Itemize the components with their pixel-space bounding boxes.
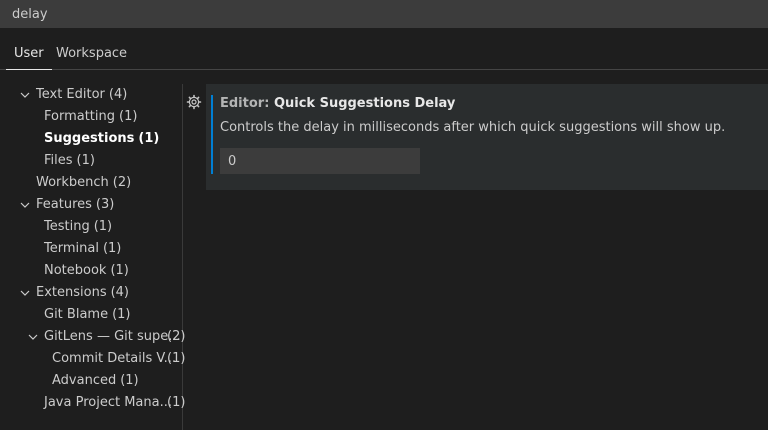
toc-item-count: (4)	[110, 285, 130, 300]
toc-item-count: (1)	[93, 219, 113, 234]
chevron-down-icon[interactable]	[17, 84, 33, 106]
toc-item-count: (1)	[112, 307, 131, 322]
tab-user[interactable]: User	[6, 38, 52, 70]
setting-description: Controls the delay in milliseconds after…	[220, 120, 726, 135]
toc-item-name: Terminal	[44, 241, 99, 256]
toc-item-count: (3)	[95, 197, 115, 212]
toc-item-notebook[interactable]: Notebook (1)	[44, 260, 129, 282]
settings-search-bar	[0, 0, 768, 28]
toc-item-advanced[interactable]: Advanced (1)	[52, 370, 139, 392]
chevron-down-icon[interactable]	[17, 194, 33, 216]
toc-item-count: (1)	[102, 241, 122, 256]
toc-item-name: Text Editor	[36, 87, 105, 102]
toc-item-count: (1)	[110, 263, 129, 278]
toc-item-commit-details[interactable]: Commit Details V...	[52, 348, 176, 370]
toc-item-formatting[interactable]: Formatting (1)	[44, 106, 137, 128]
toc-item-files[interactable]: Files (1)	[44, 150, 95, 172]
toc-item-text-editor[interactable]: Text Editor (4)	[36, 84, 127, 106]
toc-item-testing[interactable]: Testing (1)	[44, 216, 112, 238]
toc-item-suggestions[interactable]: Suggestions (1)	[44, 128, 159, 150]
settings-scope-tabs: User Workspace	[0, 38, 768, 70]
toc-item-name: Suggestions	[44, 131, 135, 146]
toc-item-count: (1)	[138, 131, 160, 146]
toc-item-extensions[interactable]: Extensions (4)	[36, 282, 129, 304]
settings-table-of-contents: Text Editor (4) Formatting (1) Suggestions…	[0, 84, 186, 430]
quick-suggestions-delay-input[interactable]	[220, 148, 420, 174]
setting-category: Editor:	[220, 96, 274, 111]
toc-item-name: Git Blame	[44, 307, 109, 322]
toc-item-name: GitLens — Git supe...	[44, 329, 181, 344]
chevron-down-icon[interactable]	[25, 326, 41, 348]
toc-item-name: Testing	[44, 219, 90, 234]
toc-item-count: (1)	[119, 109, 138, 124]
setting-title: Editor: Quick Suggestions Delay	[220, 96, 455, 111]
toc-item-name: Commit Details V...	[52, 351, 177, 366]
toc-item-count: (2)	[167, 329, 186, 344]
toc-item-java-project-manager[interactable]: Java Project Mana...	[44, 392, 172, 414]
toc-item-name: Notebook	[44, 263, 107, 278]
tab-workspace[interactable]: Workspace	[56, 38, 127, 69]
toc-item-name: Extensions	[36, 285, 107, 300]
toc-item-count: (1)	[76, 153, 95, 168]
toc-item-name: Features	[36, 197, 92, 212]
toc-item-count: (1)	[167, 351, 186, 366]
toc-item-count: (2)	[112, 175, 132, 190]
chevron-down-icon[interactable]	[17, 282, 33, 304]
toc-item-name: Formatting	[44, 109, 116, 124]
toc-item-terminal[interactable]: Terminal (1)	[44, 238, 121, 260]
settings-search-input[interactable]	[0, 0, 768, 28]
setting-label: Quick Suggestions Delay	[273, 96, 456, 111]
toc-item-name: Workbench	[36, 175, 109, 190]
toc-item-gitlens[interactable]: GitLens — Git supe...	[44, 326, 181, 348]
toc-item-count: (1)	[120, 373, 139, 388]
gear-icon[interactable]	[186, 94, 204, 112]
toc-item-git-blame[interactable]: Git Blame (1)	[44, 304, 131, 326]
toc-item-name: Advanced	[52, 373, 117, 388]
toc-item-features[interactable]: Features (3)	[36, 194, 114, 216]
toc-item-count: (1)	[167, 395, 186, 410]
toc-item-workbench[interactable]: Workbench (2)	[36, 172, 131, 194]
setting-focus-indicator	[211, 95, 213, 174]
toc-item-name: Java Project Mana...	[44, 395, 172, 410]
toc-item-count: (4)	[108, 87, 128, 102]
toc-item-name: Files	[44, 153, 73, 168]
